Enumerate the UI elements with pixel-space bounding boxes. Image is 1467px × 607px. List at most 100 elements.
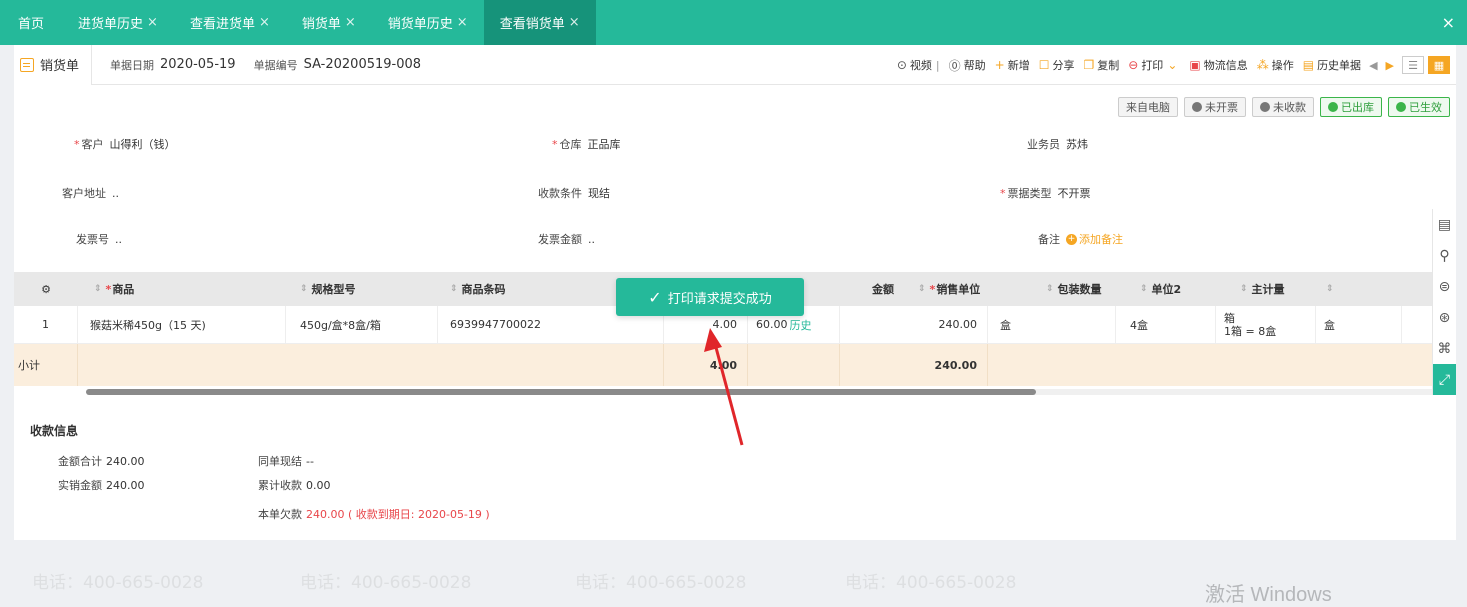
required-mark: * bbox=[74, 137, 80, 151]
col-pack-qty[interactable]: ⇕ 包装数量 bbox=[1032, 272, 1132, 306]
operate-button[interactable]: ⁂ 操作 bbox=[1257, 57, 1294, 73]
copy-button[interactable]: ❐ 复制 bbox=[1083, 57, 1119, 73]
column-settings-icon[interactable]: ⚙ bbox=[14, 272, 78, 306]
salesman-field[interactable]: 业务员 苏炜 bbox=[1027, 136, 1088, 152]
address-field[interactable]: 客户地址 .. bbox=[62, 185, 119, 201]
tab-view-sales[interactable]: 查看销货单 × bbox=[483, 0, 596, 45]
col-label: 商品条码 bbox=[461, 283, 506, 296]
terms-value: 现结 bbox=[588, 187, 610, 200]
col-sale-unit[interactable]: ⇕ * 销售单位 bbox=[904, 272, 1032, 306]
horizontal-scrollbar[interactable] bbox=[86, 389, 1036, 395]
customer-field[interactable]: * 客户 山得利（钱） bbox=[74, 136, 176, 152]
doc-type-tab[interactable]: 销货单 bbox=[14, 44, 93, 85]
print-button[interactable]: ⊖ 打印 ⌄ bbox=[1128, 57, 1180, 73]
col-main-unit[interactable]: ⇕ 主计量 bbox=[1232, 272, 1318, 306]
payment-actual-label: 实销金额 bbox=[58, 479, 102, 492]
logistics-button[interactable]: ▣ 物流信息 bbox=[1189, 57, 1247, 73]
play-icon: ⊙ bbox=[896, 58, 907, 72]
link-icon[interactable]: ⚲ bbox=[1433, 240, 1456, 271]
next-arrow-icon[interactable]: ▶ bbox=[1386, 59, 1394, 72]
document-icon[interactable]: ▤ bbox=[1433, 209, 1456, 240]
prev-arrow-icon[interactable]: ◀ bbox=[1369, 59, 1377, 72]
check-icon bbox=[1396, 102, 1406, 112]
price-history-link[interactable]: 历史 bbox=[790, 317, 812, 333]
col-label: 主计量 bbox=[1251, 283, 1285, 296]
col-unit2[interactable]: ⇕ 单位2 bbox=[1132, 272, 1232, 306]
payment-accum-label: 累计收款 bbox=[258, 479, 302, 492]
customer-value: 山得利（钱） bbox=[109, 138, 176, 151]
tab-sales-history[interactable]: 销货单历史 × bbox=[372, 0, 484, 45]
divider: | bbox=[935, 58, 940, 72]
grid-view-icon[interactable]: ▦ bbox=[1428, 56, 1450, 74]
close-icon[interactable]: × bbox=[147, 15, 158, 30]
payment-accum: 累计收款 0.00 bbox=[258, 477, 331, 493]
watermark-phone: 电话：400-665-0028 bbox=[575, 573, 747, 593]
row-spec: 450g/盒*8盒/箱 bbox=[286, 305, 438, 344]
success-toast: ✓ 打印请求提交成功 bbox=[616, 278, 804, 316]
payment-total: 金额合计 240.00 bbox=[58, 453, 145, 469]
sort-icon: ⇕ bbox=[94, 284, 102, 294]
row-unit2: 箱 1箱 = 8盒 bbox=[1216, 305, 1316, 344]
add-remark-link[interactable]: 添加备注 bbox=[1079, 231, 1123, 247]
row-price: 60.00 bbox=[756, 318, 788, 331]
close-icon[interactable]: × bbox=[569, 15, 580, 30]
row-product: 猴菇米稀450g（15 天) bbox=[78, 305, 286, 344]
invoice-no-value: .. bbox=[115, 232, 122, 246]
tab-sales-order[interactable]: 销货单 × bbox=[286, 0, 372, 45]
close-icon[interactable]: × bbox=[345, 15, 356, 30]
sort-icon: ⇕ bbox=[450, 284, 458, 294]
add-circle-icon[interactable]: + bbox=[1066, 233, 1077, 245]
info-icon bbox=[1192, 102, 1202, 112]
remark-field[interactable]: 备注 + 添加备注 bbox=[1038, 231, 1123, 247]
compass-icon[interactable]: ⊛ bbox=[1433, 302, 1456, 333]
add-button[interactable]: + 新增 bbox=[995, 57, 1030, 73]
close-all-icon[interactable]: × bbox=[1442, 13, 1455, 32]
payment-total-value: 240.00 bbox=[106, 455, 145, 468]
invoice-amount-field[interactable]: 发票金额 .. bbox=[538, 231, 595, 247]
side-toolbar: ▤ ⚲ ⊜ ⊛ ⌘ ⤢ bbox=[1432, 209, 1456, 395]
invoice-type-field[interactable]: * 票据类型 不开票 bbox=[1000, 185, 1091, 201]
tab-label: 进货单历史 bbox=[78, 17, 144, 32]
windows-activation-watermark: 激活 Windows bbox=[1205, 584, 1332, 606]
comment-icon[interactable]: ⊜ bbox=[1433, 271, 1456, 302]
required-mark: * bbox=[105, 282, 112, 296]
effective-badge: 已生效 bbox=[1388, 97, 1450, 117]
badge-label: 未开票 bbox=[1205, 101, 1238, 114]
operate-icon: ⁂ bbox=[1256, 58, 1269, 72]
tab-label: 销货单历史 bbox=[387, 17, 453, 32]
annotation-arrow bbox=[704, 328, 744, 446]
fullscreen-icon[interactable]: ⤢ bbox=[1433, 364, 1456, 395]
payment-due-label: 本单欠款 bbox=[258, 508, 302, 521]
terms-field[interactable]: 收款条件 现结 bbox=[538, 185, 610, 201]
video-button[interactable]: ⊙ 视频 bbox=[897, 57, 932, 73]
tab-label: 销货单 bbox=[301, 17, 341, 32]
payment-actual: 实销金额 240.00 bbox=[58, 477, 145, 493]
close-icon[interactable]: × bbox=[259, 15, 270, 30]
help-button[interactable]: ⓪ 帮助 bbox=[949, 57, 986, 74]
share-button[interactable]: ☐ 分享 bbox=[1039, 57, 1075, 73]
col-label: 金额 bbox=[872, 283, 894, 296]
col-more[interactable]: ⇕ bbox=[1318, 272, 1358, 306]
tab-home[interactable]: 首页 bbox=[0, 0, 62, 45]
qrcode-icon[interactable]: ⌘ bbox=[1433, 333, 1456, 364]
close-icon[interactable]: × bbox=[457, 15, 468, 30]
list-view-icon[interactable]: ☰ bbox=[1402, 56, 1424, 74]
invoice-no-field[interactable]: 发票号 .. bbox=[76, 231, 122, 247]
required-mark: * bbox=[929, 282, 936, 296]
payment-total-label: 金额合计 bbox=[58, 455, 102, 468]
doc-number-label: 单据编号 bbox=[253, 58, 298, 72]
history-button[interactable]: ▤ 历史单据 bbox=[1303, 57, 1361, 73]
tab-view-purchase[interactable]: 查看进货单 × bbox=[174, 0, 286, 45]
subtotal-amount: 240.00 bbox=[840, 344, 988, 386]
col-product[interactable]: ⇕ * 商品 bbox=[78, 272, 286, 306]
row-amount: 240.00 bbox=[840, 305, 988, 344]
subtotal-spacer bbox=[748, 344, 840, 386]
row-sale-unit: 盒 bbox=[988, 305, 1116, 344]
tab-purchase-history[interactable]: 进货单历史 × bbox=[62, 0, 174, 45]
help-label: 帮助 bbox=[963, 59, 986, 72]
col-spec[interactable]: ⇕ 规格型号 bbox=[286, 272, 438, 306]
warehouse-field[interactable]: * 仓库 正品库 bbox=[552, 136, 621, 152]
history-icon: ▤ bbox=[1302, 58, 1315, 72]
warehouse-value: 正品库 bbox=[587, 138, 621, 151]
col-label: 规格型号 bbox=[311, 283, 356, 296]
